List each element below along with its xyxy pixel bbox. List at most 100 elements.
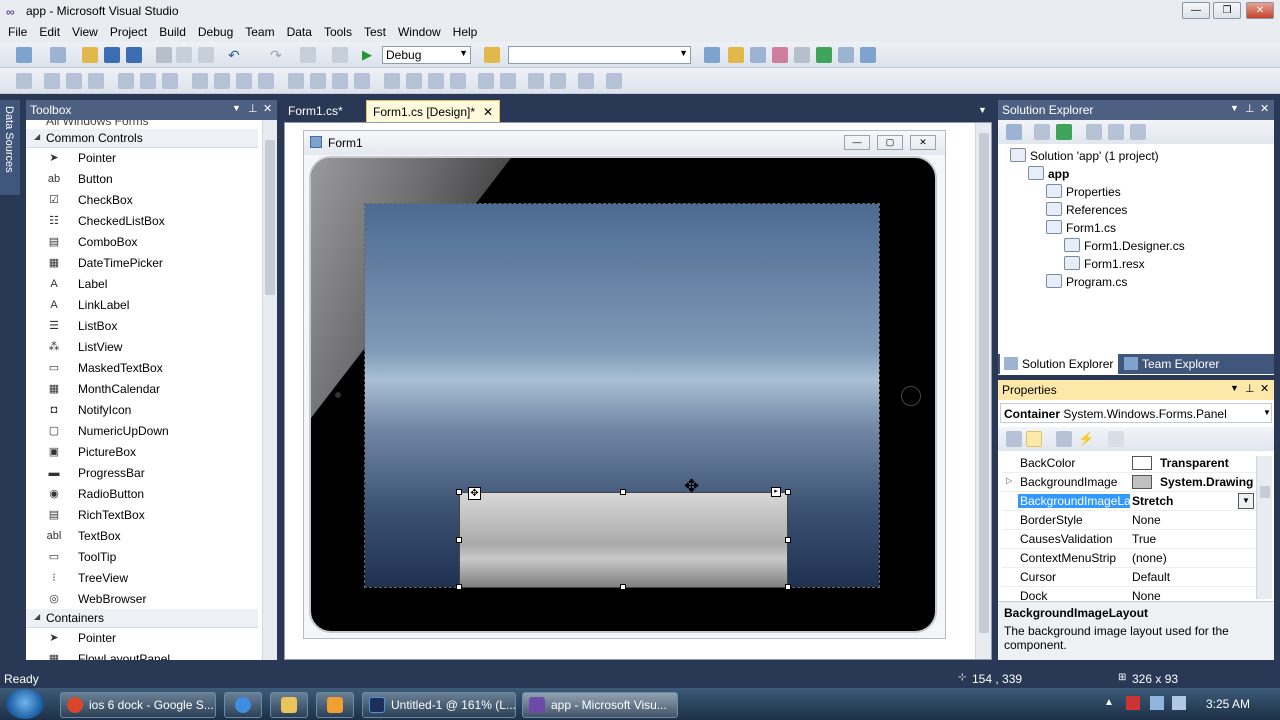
menu-edit[interactable]: Edit xyxy=(33,22,66,42)
categorized-icon[interactable] xyxy=(1006,431,1022,447)
increase-vertical-spacing-icon[interactable] xyxy=(406,73,422,89)
toolbox-item-notifyicon[interactable]: ◘ NotifyIcon xyxy=(46,400,256,421)
property-row[interactable]: ▷ BackgroundImage System.Drawing. xyxy=(1002,473,1256,492)
close-button[interactable]: ✕ xyxy=(1246,2,1274,19)
align-bottoms-icon[interactable] xyxy=(162,73,178,89)
menu-debug[interactable]: Debug xyxy=(192,22,239,42)
tab-team-explorer[interactable]: Team Explorer xyxy=(1122,354,1242,374)
toolbox-item-combobox[interactable]: ▤ ComboBox xyxy=(46,232,256,253)
toolbox-item-maskedtextbox[interactable]: ▭ MaskedTextBox xyxy=(46,358,256,379)
resize-handle[interactable] xyxy=(620,489,626,495)
menu-window[interactable]: Window xyxy=(392,22,447,42)
tree-node[interactable]: Form1.resx xyxy=(1064,256,1145,271)
add-item-icon[interactable] xyxy=(50,47,66,63)
view-class-diagram-icon[interactable] xyxy=(1130,124,1146,140)
tree-node[interactable]: Form1.cs xyxy=(1046,220,1116,235)
toolbox-item-textbox[interactable]: abl TextBox xyxy=(46,526,256,547)
align-middles-icon[interactable] xyxy=(140,73,156,89)
view-code-icon[interactable] xyxy=(1086,124,1102,140)
menu-tools[interactable]: Tools xyxy=(318,22,358,42)
copy-icon[interactable] xyxy=(176,47,192,63)
pin-icon[interactable]: ⊥ xyxy=(1245,382,1255,395)
toolbox-scrollbar[interactable] xyxy=(262,120,277,660)
vertical-spacing-icon[interactable] xyxy=(384,73,400,89)
object-browser-icon[interactable] xyxy=(750,47,766,63)
toolbox-item-linklabel[interactable]: A LinkLabel xyxy=(46,295,256,316)
properties-window-icon[interactable] xyxy=(728,47,744,63)
pin-icon[interactable]: ⊥ xyxy=(1245,102,1255,115)
tray-network-icon[interactable] xyxy=(1150,696,1164,710)
property-value[interactable]: None xyxy=(1132,513,1254,527)
menu-help[interactable]: Help xyxy=(447,22,484,42)
center-horizontally-icon[interactable] xyxy=(478,73,494,89)
taskbar-chrome[interactable]: ios 6 dock - Google S... xyxy=(60,692,216,718)
close-icon[interactable]: ✕ xyxy=(263,102,272,115)
close-icon[interactable]: ✕ xyxy=(1260,382,1269,395)
tree-node[interactable]: Form1.Designer.cs xyxy=(1064,238,1185,253)
properties-view-icon[interactable] xyxy=(1056,431,1072,447)
tray-volume-icon[interactable] xyxy=(1172,696,1186,710)
align-rights-icon[interactable] xyxy=(88,73,104,89)
find-combo[interactable]: ▼ xyxy=(508,46,691,64)
cut-icon[interactable] xyxy=(156,47,172,63)
property-value[interactable]: Stretch xyxy=(1132,494,1254,508)
tree-node[interactable]: Solution 'app' (1 project) xyxy=(1010,148,1159,163)
menu-team[interactable]: Team xyxy=(239,22,280,42)
properties-icon[interactable] xyxy=(1006,124,1022,140)
taskbar-ie[interactable] xyxy=(224,692,262,718)
close-tab-icon[interactable]: ✕ xyxy=(483,105,493,119)
resize-handle[interactable] xyxy=(456,537,462,543)
tree-node[interactable]: References xyxy=(1046,202,1127,217)
dock-panel-selected[interactable]: ✥ ▸ xyxy=(456,487,791,590)
menu-view[interactable]: View xyxy=(66,22,104,42)
property-row[interactable]: CausesValidation True xyxy=(1002,530,1256,549)
taskbar-explorer[interactable] xyxy=(270,692,308,718)
navigate-back-icon[interactable] xyxy=(300,47,316,63)
toolbox-item-radiobutton[interactable]: ◉ RadioButton xyxy=(46,484,256,505)
menu-data[interactable]: Data xyxy=(281,22,318,42)
maximize-button[interactable]: ❐ xyxy=(1213,2,1241,19)
extension-manager-icon[interactable] xyxy=(838,47,854,63)
new-project-icon[interactable] xyxy=(16,47,32,63)
remove-horizontal-spacing-icon[interactable] xyxy=(354,73,370,89)
toolbox-item-webbrowser[interactable]: ◎ WebBrowser xyxy=(46,589,256,610)
chevron-down-icon[interactable]: ▼ xyxy=(1238,493,1254,509)
resize-handle[interactable] xyxy=(785,537,791,543)
dropdown-icon[interactable]: ▼ xyxy=(1230,383,1239,393)
scrollbar-thumb[interactable] xyxy=(265,140,275,295)
tray-expand-icon[interactable]: ▲ xyxy=(1104,697,1114,708)
toolbox-item-checkbox[interactable]: ☑ CheckBox xyxy=(46,190,256,211)
center-vertically-icon[interactable] xyxy=(500,73,516,89)
toolbox-item-label[interactable]: A Label xyxy=(46,274,256,295)
increase-horizontal-spacing-icon[interactable] xyxy=(310,73,326,89)
toolbox-item[interactable]: ▦ FlowLayoutPanel xyxy=(46,649,256,660)
menu-project[interactable]: Project xyxy=(104,22,153,42)
toolbox-item-checkedlistbox[interactable]: ☷ CheckedListBox xyxy=(46,211,256,232)
tree-node[interactable]: Program.cs xyxy=(1046,274,1127,289)
toolbox-icon[interactable] xyxy=(772,47,788,63)
decrease-vertical-spacing-icon[interactable] xyxy=(428,73,444,89)
tree-node[interactable]: app xyxy=(1028,166,1069,181)
open-icon[interactable] xyxy=(82,47,98,63)
undo-icon[interactable]: ↶ xyxy=(228,47,244,63)
toolbox-item-datetimepicker[interactable]: ▦ DateTimePicker xyxy=(46,253,256,274)
property-row[interactable]: BackColor Transparent xyxy=(1002,454,1256,473)
properties-scrollbar[interactable] xyxy=(1256,456,1272,599)
toolbox-item-button[interactable]: ab Button xyxy=(46,169,256,190)
bring-to-front-icon[interactable] xyxy=(528,73,544,89)
find-in-files-icon[interactable] xyxy=(484,47,500,63)
close-icon[interactable]: ✕ xyxy=(1260,102,1269,115)
taskbar-photoshop[interactable]: Untitled-1 @ 161% (L... xyxy=(362,692,516,718)
property-row[interactable]: Cursor Default xyxy=(1002,568,1256,587)
resize-handle[interactable] xyxy=(785,584,791,590)
menu-build[interactable]: Build xyxy=(153,22,192,42)
toolbox-item-monthcalendar[interactable]: ▦ MonthCalendar xyxy=(46,379,256,400)
make-same-size-icon[interactable] xyxy=(258,73,274,89)
align-lefts-icon[interactable] xyxy=(44,73,60,89)
resize-handle[interactable] xyxy=(456,489,462,495)
tree-node[interactable]: Properties xyxy=(1046,184,1121,199)
align-centers-icon[interactable] xyxy=(66,73,82,89)
refresh-icon[interactable] xyxy=(1056,124,1072,140)
property-value[interactable]: True xyxy=(1132,532,1254,546)
property-value[interactable]: (none) xyxy=(1132,551,1254,565)
